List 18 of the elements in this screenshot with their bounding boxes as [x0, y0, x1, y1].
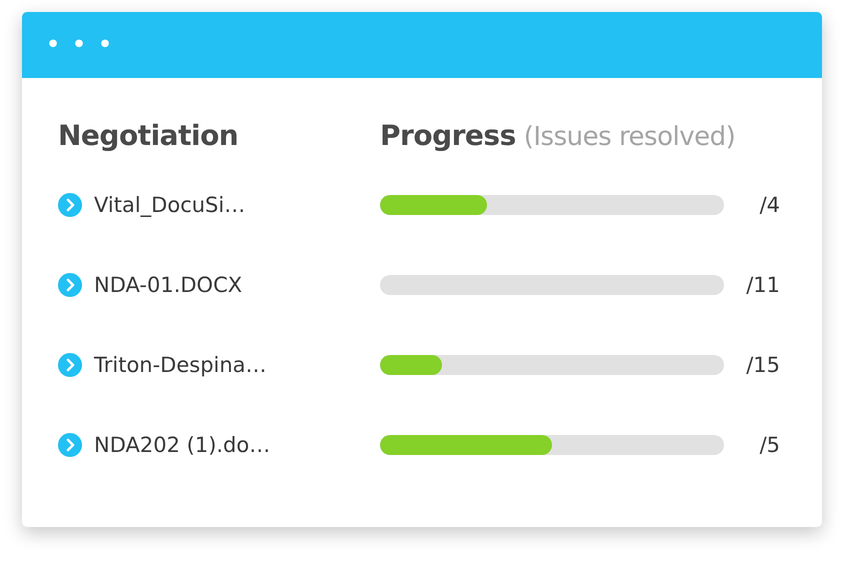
chevron-right-icon[interactable] — [58, 193, 82, 217]
document-name[interactable]: NDA202 (1).do… — [94, 433, 270, 457]
chevron-right-icon[interactable] — [58, 353, 82, 377]
issue-count: /11 — [746, 273, 780, 297]
column-heading: Negotiation — [58, 119, 240, 152]
column-heading: Progress — [380, 119, 516, 152]
chevron-right-icon[interactable] — [58, 433, 82, 457]
chevron-right-icon[interactable] — [58, 273, 82, 297]
window-dot: • — [97, 32, 113, 58]
issue-count: /4 — [760, 193, 780, 217]
window-dot: • — [45, 32, 61, 58]
document-name[interactable]: Triton-Despina… — [94, 353, 267, 377]
issue-count: /15 — [746, 353, 780, 377]
window-dot: • — [71, 32, 87, 58]
column-note: (Issues resolved) — [524, 122, 736, 152]
document-name[interactable]: NDA-01.DOCX — [94, 273, 242, 297]
issue-count: /5 — [760, 433, 780, 457]
document-name[interactable]: Vital_DocuSi… — [94, 193, 246, 217]
